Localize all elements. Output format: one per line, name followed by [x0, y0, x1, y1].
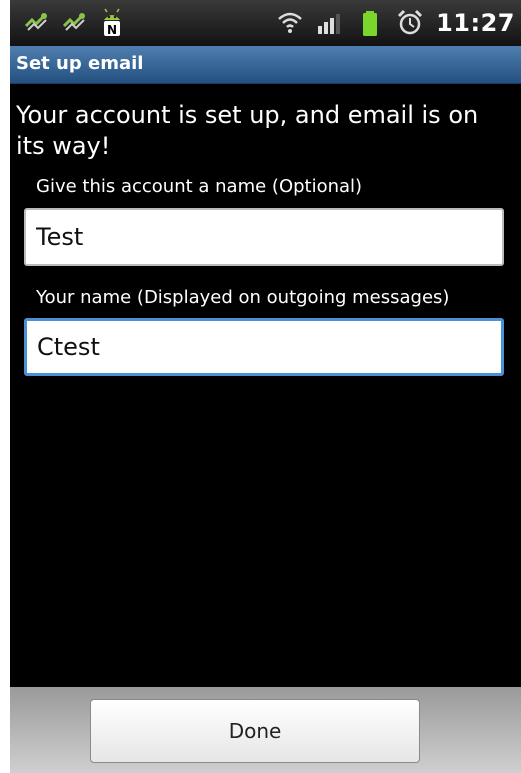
alarm-icon: [398, 9, 423, 35]
title-bar: Set up email: [10, 46, 521, 84]
account-name-input[interactable]: [24, 208, 504, 266]
svg-text:N: N: [107, 23, 117, 37]
your-name-input[interactable]: [24, 318, 504, 376]
bottom-action-bar: Done: [10, 687, 521, 773]
wifi-icon: [278, 12, 302, 33]
done-button[interactable]: Done: [90, 699, 420, 763]
signal-icon: [318, 14, 341, 34]
android-notification-icon: N: [104, 8, 120, 37]
setup-complete-message: Your account is set up, and email is on …: [16, 101, 479, 160]
status-clock: 11:27: [436, 9, 515, 37]
page-title: Set up email: [16, 53, 144, 74]
status-bar-notifications: N: [22, 8, 126, 38]
phone-screen: N 11:27 Set up email Your account is set…: [10, 0, 521, 773]
usb-connection-icon: [62, 13, 85, 31]
usb-debug-icon: [24, 13, 47, 31]
status-bar-system: 11:27: [276, 8, 515, 38]
status-bar: N 11:27: [10, 0, 521, 46]
your-name-label: Your name (Displayed on outgoing message…: [36, 287, 450, 308]
account-name-label: Give this account a name (Optional): [36, 176, 363, 197]
battery-icon: [363, 11, 378, 36]
